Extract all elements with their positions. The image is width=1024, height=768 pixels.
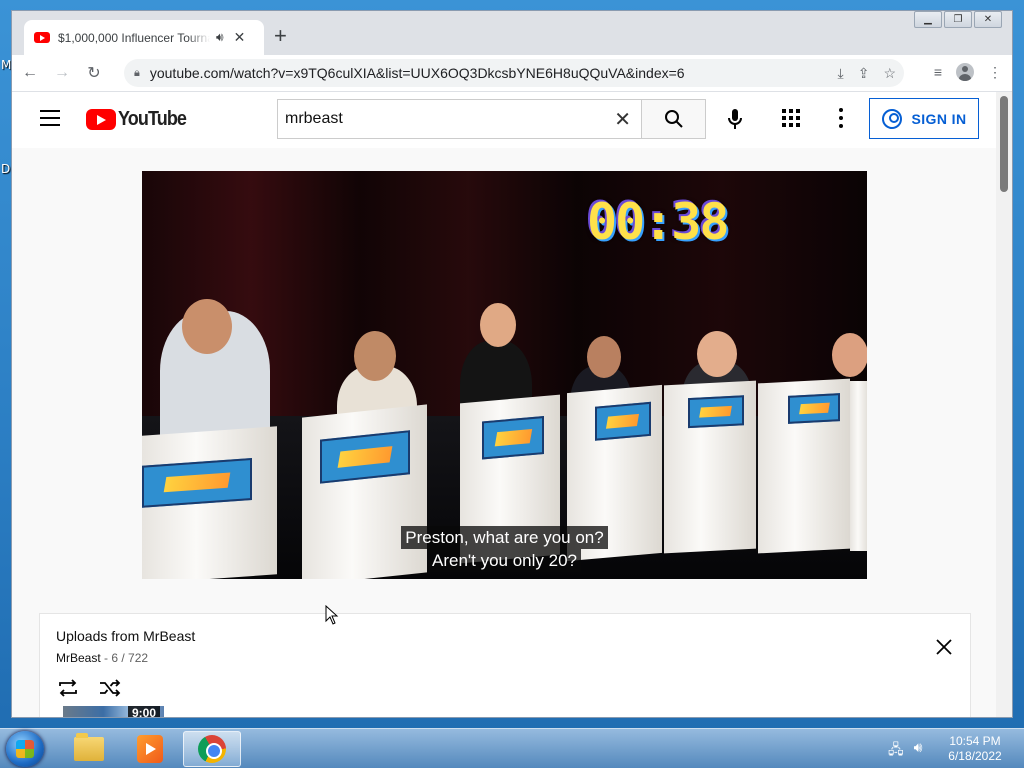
close-tab-icon[interactable]: ✕ xyxy=(234,29,246,46)
caption-line: Preston, what are you on? xyxy=(401,526,608,549)
media-controls-icon[interactable]: ≡ xyxy=(934,64,942,80)
sign-in-label: SIGN IN xyxy=(911,110,967,127)
clock-date: 6/18/2022 xyxy=(948,749,1002,763)
taskbar-media-player[interactable] xyxy=(121,731,179,767)
close-window-button[interactable]: ✕ xyxy=(974,11,1002,28)
youtube-header: YouTube mrbeast ✕ SIGN IN xyxy=(12,92,998,148)
playlist-item-thumbnail[interactable]: 9:00 xyxy=(63,706,164,717)
search-query[interactable]: mrbeast xyxy=(285,110,614,128)
contestant-head xyxy=(480,303,516,347)
folder-icon xyxy=(74,733,104,761)
account-icon xyxy=(881,108,902,129)
lock-icon[interactable]: 🔒︎ xyxy=(134,67,140,80)
clear-search-icon[interactable]: ✕ xyxy=(614,107,631,132)
address-bar[interactable]: 🔒︎ youtube.com/watch?v=x9TQ6culXIA&list=… xyxy=(124,59,904,87)
youtube-favicon-icon xyxy=(34,32,50,43)
contestant-head xyxy=(354,331,396,381)
podium-sign xyxy=(320,430,410,484)
video-duration: 9:00 xyxy=(127,706,160,717)
game-timer: 00:38 xyxy=(587,193,730,251)
close-playlist-icon[interactable] xyxy=(935,638,953,656)
chrome-menu-icon[interactable]: ⋮ xyxy=(988,64,1002,81)
playlist-panel: Uploads from MrBeast MrBeast - 6 / 722 9… xyxy=(39,613,971,717)
start-button[interactable] xyxy=(6,731,44,767)
system-tray: 🖧︎ 🔊︎ xyxy=(888,739,922,763)
share-icon[interactable]: ⇪ xyxy=(858,65,870,82)
contestant-head xyxy=(832,333,867,377)
contestant-head xyxy=(587,336,621,378)
chrome-icon xyxy=(198,735,226,763)
youtube-logo[interactable]: YouTube xyxy=(86,108,194,131)
restore-button[interactable]: ❐ xyxy=(944,11,972,28)
media-player-icon xyxy=(137,735,163,763)
guide-menu-icon[interactable] xyxy=(40,110,60,126)
podium-sign xyxy=(142,458,252,508)
video-player[interactable]: 00:38 Preston, what are you on? Aren't y… xyxy=(142,171,867,579)
mouse-cursor-icon xyxy=(325,605,339,625)
desktop-icon-label[interactable]: M xyxy=(1,58,11,72)
search-button[interactable] xyxy=(642,99,706,139)
youtube-play-icon xyxy=(86,109,116,130)
search-input[interactable]: mrbeast ✕ xyxy=(277,99,642,139)
windows-taskbar: 🖧︎ 🔊︎ 10:54 PM 6/18/2022 xyxy=(0,728,1024,768)
taskbar-chrome[interactable] xyxy=(183,731,241,767)
contestant-head xyxy=(182,299,232,354)
chrome-window: $1,000,000 Influencer Tourna 🔊︎ ✕ + ▁ ❐ … xyxy=(11,10,1013,718)
youtube-page: YouTube mrbeast ✕ SIGN IN 00:38 Preston,… xyxy=(12,92,998,717)
sign-in-button[interactable]: SIGN IN xyxy=(869,98,979,139)
settings-more-icon[interactable] xyxy=(838,108,844,128)
speaker-icon[interactable]: 🔊︎ xyxy=(216,30,224,45)
taskbar-explorer[interactable] xyxy=(60,731,118,767)
volume-icon[interactable]: 🔊︎ xyxy=(914,739,923,763)
contestant-head xyxy=(697,331,737,377)
taskbar-clock[interactable]: 10:54 PM 6/18/2022 xyxy=(940,734,1010,764)
title-bar: $1,000,000 Influencer Tourna 🔊︎ ✕ + ▁ ❐ … xyxy=(12,11,1012,55)
network-icon[interactable]: 🖧︎ xyxy=(888,739,904,763)
window-controls: ▁ ❐ ✕ xyxy=(912,11,1002,28)
reload-button[interactable]: ↻ xyxy=(80,63,108,83)
scrollbar-thumb[interactable] xyxy=(1000,96,1008,192)
browser-toolbar: ← → ↻ 🔒︎ youtube.com/watch?v=x9TQ6culXIA… xyxy=(12,55,1012,91)
clock-time: 10:54 PM xyxy=(949,734,1001,748)
playlist-title[interactable]: Uploads from MrBeast xyxy=(56,628,195,644)
forward-button[interactable]: → xyxy=(48,64,76,82)
youtube-wordmark: YouTube xyxy=(118,108,187,130)
minimize-button[interactable]: ▁ xyxy=(914,11,942,28)
caption-line: Aren't you only 20? xyxy=(427,549,581,572)
search-icon xyxy=(664,110,683,128)
podium-sign xyxy=(482,416,544,460)
install-app-icon[interactable]: ⤓ xyxy=(838,65,844,82)
podium-sign xyxy=(688,395,744,429)
voice-search-button[interactable] xyxy=(718,102,752,136)
playlist-owner[interactable]: MrBeast xyxy=(56,651,101,665)
profile-avatar-icon[interactable] xyxy=(956,63,974,81)
browser-tab[interactable]: $1,000,000 Influencer Tourna 🔊︎ ✕ xyxy=(24,20,264,55)
page-scrollbar[interactable] xyxy=(996,92,1012,717)
microphone-icon xyxy=(728,109,742,129)
back-button[interactable]: ← xyxy=(16,64,44,82)
desktop-icon-label[interactable]: D xyxy=(1,162,10,176)
podium-sign xyxy=(788,393,840,424)
loop-playlist-icon[interactable] xyxy=(56,678,80,698)
shuffle-playlist-icon[interactable] xyxy=(98,678,122,698)
tab-title: $1,000,000 Influencer Tourna xyxy=(58,30,210,45)
playlist-meta: MrBeast - 6 / 722 xyxy=(56,651,148,665)
playlist-position: 6 / 722 xyxy=(111,651,149,665)
playlist-controls xyxy=(56,678,122,698)
meta-separator: - xyxy=(100,651,112,665)
new-tab-button[interactable]: + xyxy=(274,25,287,47)
podium-sign xyxy=(595,401,651,441)
apps-grid-icon[interactable] xyxy=(782,109,800,127)
video-captions: Preston, what are you on? Aren't you onl… xyxy=(142,526,867,572)
bookmark-star-icon[interactable]: ☆ xyxy=(883,65,896,82)
url-text[interactable]: youtube.com/watch?v=x9TQ6culXIA&list=UUX… xyxy=(150,65,685,81)
